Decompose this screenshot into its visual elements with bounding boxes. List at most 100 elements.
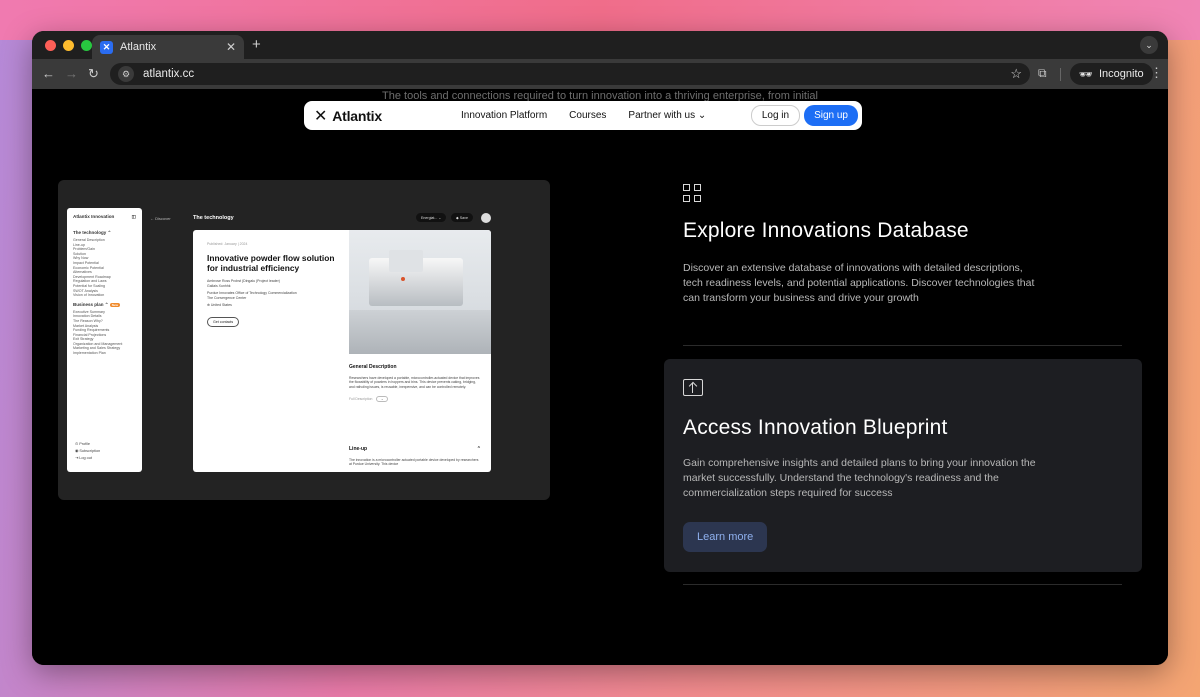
preview-profile-label: Profile	[79, 442, 91, 446]
tab-search-icon[interactable]: ⌄	[1140, 36, 1158, 54]
preview-lineup-title: Line-up	[349, 446, 368, 452]
preview-lineup: Line-up ⌃ The innovation is a microcontro…	[349, 446, 481, 467]
preview-doc-left: Published: January | 2024 Innovative pow…	[207, 242, 339, 328]
feature-blueprint-text: Gain comprehensive insights and detailed…	[683, 457, 1036, 499]
nav-links: Innovation Platform Courses Partner with…	[461, 101, 706, 130]
preview-pill-2: ◆ Save	[451, 213, 473, 222]
chevron-down-icon: ⌄	[697, 110, 707, 121]
incognito-indicator[interactable]: 🕶 Incognito	[1070, 63, 1153, 85]
feature-explore-text: Discover an extensive database of innova…	[683, 262, 1035, 304]
preview-sidebar: Atlantix Innovation ◫ The technology ⌃ Ge…	[67, 208, 142, 472]
preview-contact-button: Get contacts	[207, 316, 240, 327]
preview-back: ← Discover	[150, 216, 171, 221]
forward-icon[interactable]: →	[65, 66, 78, 81]
preview-sidebar-bottom: ⊙ Profile ◉ Subscription ⇥ Log out	[75, 441, 100, 462]
new-badge: New	[109, 302, 120, 307]
chevron-up-icon: ⌃	[476, 446, 481, 452]
browser-toolbar: ← → ↻ ⚙ atlantix.cc ☆ ⧉ 🕶 Incognito ⋮	[32, 59, 1168, 89]
arrow-right-icon: →	[376, 395, 388, 402]
preview-subscription: ◉ Subscription	[75, 449, 101, 453]
signup-button[interactable]: Sign up	[804, 105, 858, 126]
site-navbar: ✕ Atlantix Innovation Platform Courses P…	[304, 101, 862, 130]
feature-explore-title: Explore Innovations Database	[683, 219, 969, 242]
preview-subscription-label: Subscription	[79, 449, 101, 453]
preview-lineup-header: Line-up ⌃	[349, 446, 481, 452]
browser-window: ✕ Atlantix ✕ + ⌄ ← → ↻ ⚙ atlantix.cc ☆ ⧉…	[32, 31, 1168, 665]
preview-document: Published: January | 2024 Innovative pow…	[193, 230, 491, 472]
preview-logout-label: Log out	[79, 456, 92, 460]
preview-pill-1-label: Energiat...	[421, 215, 438, 220]
feature-divider-bottom	[683, 584, 1122, 585]
preview-avatar	[481, 213, 491, 223]
preview-back-label: Discover	[155, 216, 171, 221]
nav-partner-label: Partner with us	[628, 110, 696, 121]
image-base	[349, 310, 491, 354]
atlantix-logo-icon: ✕	[314, 107, 328, 125]
preview-meta: Ambrose Ross Probst (Dingalu (Project le…	[207, 279, 339, 308]
preview-gd-title: General Description	[349, 364, 397, 370]
preview-headline: Innovative powder flow solution for indu…	[207, 253, 335, 273]
maximize-window-button[interactable]	[81, 40, 92, 51]
preview-section2-list: Executive Summary Innovation Details The R…	[73, 310, 136, 356]
preview-general-description: General Description Researchers have dev…	[349, 364, 481, 402]
sidebar-toggle-icon: ◫	[131, 214, 136, 219]
login-button[interactable]: Log in	[750, 105, 801, 126]
preview-sidebar-item: Implementation Plan	[73, 351, 106, 356]
feature-divider	[683, 345, 1122, 346]
preview-sidebar-title: Atlantix Innovation	[73, 214, 115, 219]
preview-section1-title: The technology ⌃	[73, 230, 112, 235]
nav-courses[interactable]: Courses	[569, 110, 606, 121]
nav-innovation-platform[interactable]: Innovation Platform	[461, 110, 547, 121]
brand-name: Atlantix	[332, 107, 382, 124]
minimize-window-button[interactable]	[63, 40, 74, 51]
site-info-icon[interactable]: ⚙	[118, 66, 134, 82]
preview-machine-image	[349, 230, 491, 354]
grid-icon	[683, 184, 701, 202]
upload-icon	[683, 379, 703, 396]
bookmark-star-icon[interactable]: ☆	[1010, 66, 1022, 82]
address-bar[interactable]: ⚙ atlantix.cc ☆	[110, 63, 1030, 85]
tab-title: Atlantix	[120, 41, 157, 53]
close-window-button[interactable]	[45, 40, 56, 51]
preview-org-2: The Convergence Center	[207, 295, 247, 300]
preview-pill-2-label: Save	[459, 215, 468, 220]
incognito-icon: 🕶	[1079, 68, 1093, 81]
toolbar-divider	[1060, 68, 1061, 81]
nav-partner[interactable]: Partner with us ⌄	[628, 110, 706, 121]
extensions-icon[interactable]: ⧉	[1038, 66, 1047, 81]
preview-author-2: Gallais Xunhhk	[207, 283, 231, 288]
image-indicator	[401, 277, 405, 281]
preview-country: ⊕ United States	[207, 303, 232, 307]
brand-logo[interactable]: ✕ Atlantix	[314, 106, 382, 126]
reload-icon[interactable]: ↻	[88, 66, 99, 82]
close-tab-icon[interactable]: ✕	[226, 40, 236, 54]
preview-gd-more: Full Description →	[349, 395, 481, 402]
preview-header-title: The technology	[193, 215, 234, 221]
atlantix-favicon-icon: ✕	[100, 40, 113, 54]
preview-section2-label: Business plan	[73, 301, 104, 307]
preview-gd-text: Researchers have developed a portable, m…	[349, 376, 480, 389]
preview-sidebar-item: Vision of Innovation	[73, 293, 105, 298]
window-controls	[45, 40, 92, 51]
preview-lineup-text: The innovation is a microcontroller actu…	[349, 458, 479, 467]
product-preview: Atlantix Innovation ◫ The technology ⌃ Ge…	[58, 180, 550, 500]
browser-menu-icon[interactable]: ⋮	[1150, 65, 1163, 81]
preview-profile: ⊙ Profile	[75, 442, 91, 446]
back-icon[interactable]: ←	[42, 66, 55, 81]
url-text: atlantix.cc	[143, 68, 195, 80]
preview-gd-more-label: Full Description	[349, 396, 373, 401]
browser-tab[interactable]: ✕ Atlantix ✕	[92, 35, 244, 59]
preview-country-label: United States	[210, 303, 232, 307]
nav-auth: Log in Sign up	[750, 105, 858, 126]
preview-pill-1: Energiat... ⌄	[416, 213, 447, 222]
preview-section1-label: The technology	[73, 230, 107, 235]
image-machine-top	[389, 250, 423, 272]
learn-more-button[interactable]: Learn more	[683, 522, 768, 552]
preview-section2-title: Business plan ⌃ New	[73, 301, 120, 307]
preview-logout: ⇥ Log out	[75, 456, 92, 460]
tab-strip: ✕ Atlantix ✕ + ⌄	[32, 31, 1168, 59]
web-page: The tools and connections required to tu…	[32, 89, 1168, 665]
new-tab-icon[interactable]: +	[252, 36, 261, 53]
preview-section1-list: General Description Line-up Problem/Gain So…	[73, 238, 136, 298]
preview-date: Published: January | 2024	[207, 242, 248, 246]
